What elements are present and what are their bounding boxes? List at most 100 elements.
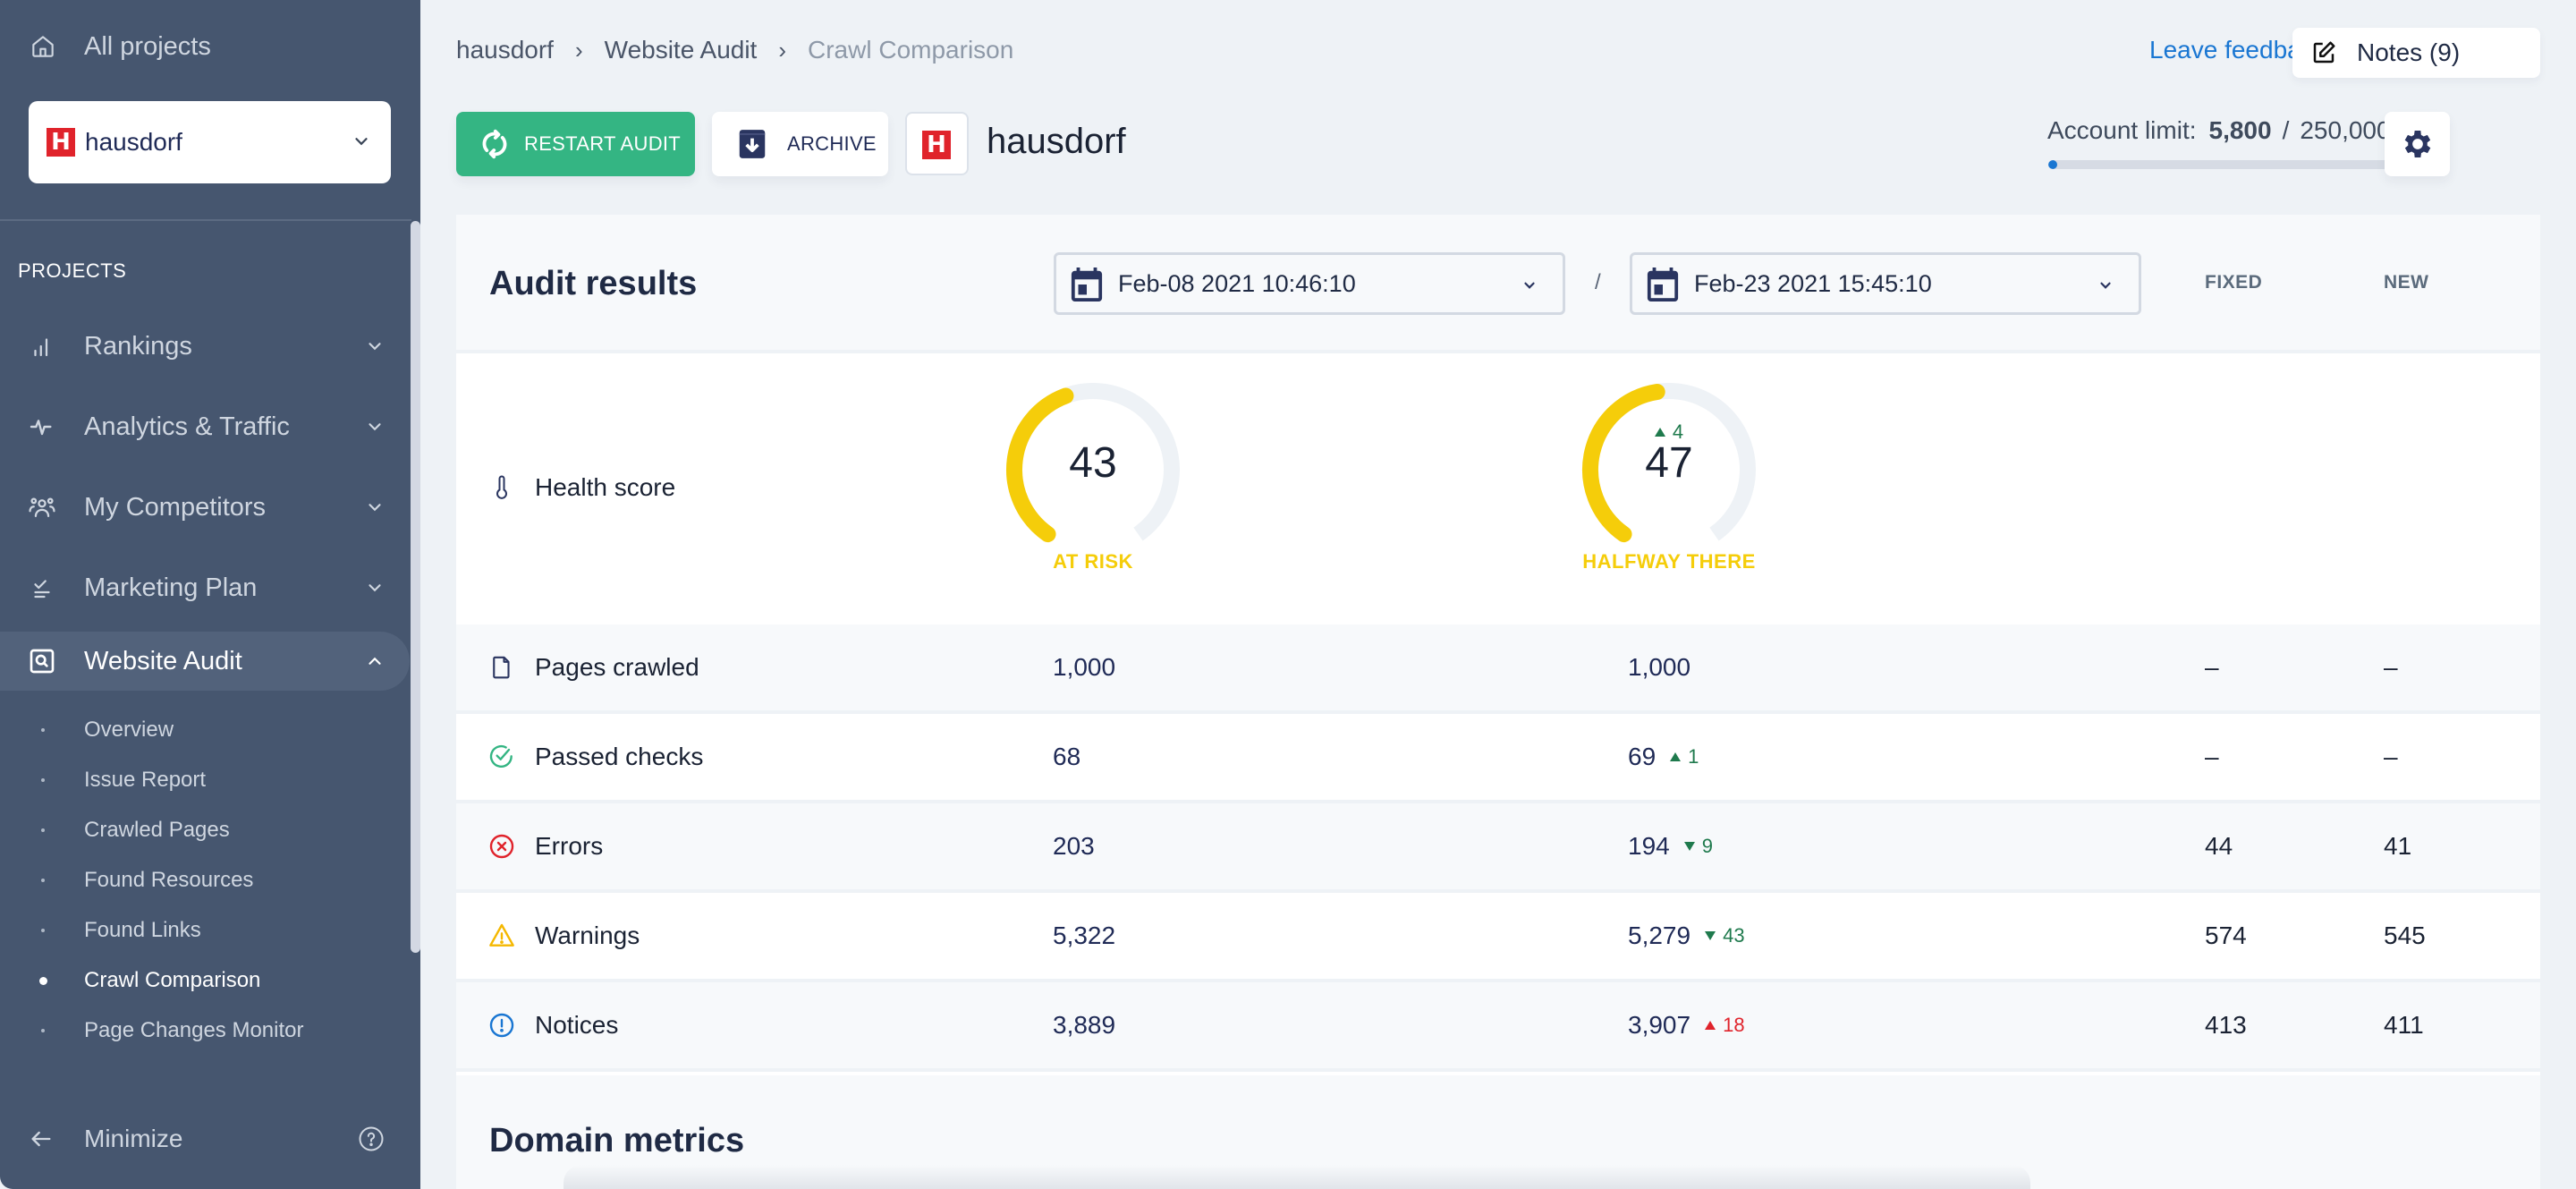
checklist-icon — [27, 573, 57, 603]
change-value: 43 — [1723, 924, 1745, 947]
project-logo-box: H — [905, 112, 969, 175]
breadcrumb-project[interactable]: hausdorf — [456, 36, 554, 64]
row-label: Warnings — [456, 893, 993, 979]
sidebar-item-marketing-plan[interactable]: Marketing Plan — [0, 558, 410, 617]
account-limit-label: Account limit: — [2047, 116, 2197, 144]
chevron-down-icon — [369, 584, 381, 592]
chevron-down-icon — [1524, 282, 1535, 289]
account-limit-total: 250,000 — [2300, 116, 2391, 144]
help-icon[interactable] — [358, 1125, 385, 1152]
sidebar-item-analytics[interactable]: Analytics & Traffic — [0, 397, 410, 456]
sidebar-subitem-page-changes-monitor[interactable]: Page Changes Monitor — [0, 1010, 394, 1051]
sidebar-subitem-overview[interactable]: Overview — [0, 709, 394, 751]
settings-button[interactable] — [2385, 112, 2450, 176]
value-new: 545 — [2384, 921, 2426, 949]
sidebar-subitem-crawl-comparison[interactable]: Crawl Comparison — [0, 960, 394, 1001]
archive-label: ARCHIVE — [787, 132, 877, 155]
date-select-b-value: Feb-23 2021 15:45:10 — [1694, 269, 1932, 297]
minimize-label: Minimize — [84, 1125, 183, 1152]
chevron-up-icon — [369, 657, 381, 665]
sidebar-subitem-issue-report[interactable]: Issue Report — [0, 760, 394, 801]
sidebar-subitem-found-resources[interactable]: Found Resources — [0, 860, 394, 901]
restart-audit-button[interactable]: RESTART AUDIT — [456, 112, 695, 176]
chevron-down-icon — [369, 423, 381, 431]
column-header-fixed: FIXED — [2205, 272, 2263, 293]
table-row-passed-checks: Passed checks 68 69 1 – – — [456, 714, 2540, 803]
health-score-b: 47 — [1645, 439, 1693, 487]
notes-button[interactable]: Notes (9) — [2292, 28, 2540, 78]
health-status-b: HALFWAY THERE — [1582, 550, 1756, 573]
value-fixed: 413 — [2205, 1011, 2247, 1039]
value-new: 411 — [2384, 1011, 2424, 1039]
table-row-pages-crawled: Pages crawled 1,000 1,000 – – — [456, 624, 2540, 714]
calendar-icon — [1071, 268, 1103, 301]
sidebar-subitem-found-links[interactable]: Found Links — [0, 910, 394, 951]
thermometer-icon — [487, 473, 516, 502]
sidebar-item-label: Website Audit — [84, 646, 242, 675]
sidebar-subitem-label: Found Links — [84, 918, 201, 942]
home-icon — [32, 36, 54, 57]
sidebar-subitem-label: Overview — [84, 718, 174, 742]
value-b: 69 1 — [1628, 714, 1699, 800]
table-row-errors: Errors 203 194 9 44 41 — [456, 803, 2540, 893]
all-projects-link[interactable]: All projects — [0, 20, 394, 73]
change-indicator: 18 — [1705, 1014, 1745, 1037]
change-value: 1 — [1688, 745, 1699, 768]
archive-icon — [739, 130, 766, 158]
minimize-sidebar-button[interactable]: Minimize — [0, 1114, 394, 1164]
audit-results-header: Audit results Feb-08 2021 10:46:10 / Feb… — [456, 215, 2540, 353]
sidebar-scrollbar[interactable] — [411, 221, 420, 953]
chevron-down-icon — [2100, 282, 2111, 289]
project-selector[interactable]: H hausdorf — [29, 101, 391, 183]
check-circle-icon — [487, 743, 516, 771]
date-select-a[interactable]: Feb-08 2021 10:46:10 — [1054, 252, 1565, 315]
chevron-down-icon — [355, 138, 368, 146]
gear-icon — [2404, 131, 2430, 157]
value-b-number: 5,279 — [1628, 921, 1691, 949]
table-row-notices: Notices 3,889 3,907 18 413 411 — [456, 982, 2540, 1072]
sidebar-item-website-audit[interactable]: Website Audit — [0, 632, 410, 691]
value-new: – — [2384, 653, 2398, 681]
page-icon — [487, 653, 516, 682]
value-new: – — [2384, 743, 2398, 770]
value-b: 3,907 18 — [1628, 982, 1745, 1068]
breadcrumb-separator-icon: › — [574, 36, 583, 64]
breadcrumb-website-audit[interactable]: Website Audit — [605, 36, 758, 64]
breadcrumb: hausdorf › Website Audit › Crawl Compari… — [456, 36, 1013, 64]
bar-chart-icon — [27, 331, 57, 361]
account-limit-used: 5,800 — [2208, 116, 2272, 144]
date-select-b[interactable]: Feb-23 2021 15:45:10 — [1630, 252, 2141, 315]
value-a: 3,889 — [1053, 1011, 1116, 1039]
account-limit: Account limit: 5,800 / 250,000 i — [2047, 110, 2403, 145]
health-score-label: Health score — [456, 465, 993, 510]
change-indicator: 9 — [1683, 835, 1713, 858]
sidebar-subitem-crawled-pages[interactable]: Crawled Pages — [0, 810, 394, 851]
sidebar: All projects H hausdorf PROJECTS Ranking… — [0, 0, 420, 1189]
health-score-text: Health score — [535, 473, 676, 501]
domain-metrics-header: Domain metrics — [456, 1075, 2540, 1189]
bullet-icon — [41, 929, 45, 932]
sidebar-item-competitors[interactable]: My Competitors — [0, 478, 410, 537]
breadcrumb-separator-icon: › — [778, 36, 787, 64]
change-value: 9 — [1701, 835, 1713, 857]
value-fixed: – — [2205, 743, 2219, 770]
bullet-icon — [41, 828, 45, 832]
restart-audit-label: RESTART AUDIT — [524, 132, 682, 155]
change-value: 18 — [1723, 1014, 1745, 1036]
health-score-row: Health score 43 AT RISK 4 47 HALFWAY THE… — [456, 353, 2540, 624]
triangle-up-icon — [1670, 752, 1682, 761]
archive-button[interactable]: ARCHIVE — [712, 112, 888, 176]
value-b: 194 9 — [1628, 803, 1713, 889]
project-logo: H — [922, 131, 951, 159]
sidebar-item-rankings[interactable]: Rankings — [0, 317, 410, 376]
value-fixed: 44 — [2205, 832, 2233, 860]
calendar-icon — [1647, 268, 1679, 301]
bullet-icon — [41, 1029, 45, 1032]
domain-metrics-title: Domain metrics — [489, 1122, 745, 1159]
value-b-number: 69 — [1628, 743, 1657, 770]
error-circle-icon — [487, 832, 516, 861]
project-name: hausdorf — [85, 128, 182, 156]
sidebar-item-label: Marketing Plan — [84, 573, 258, 602]
triangle-up-icon — [1654, 428, 1665, 437]
value-fixed: – — [2205, 653, 2219, 681]
